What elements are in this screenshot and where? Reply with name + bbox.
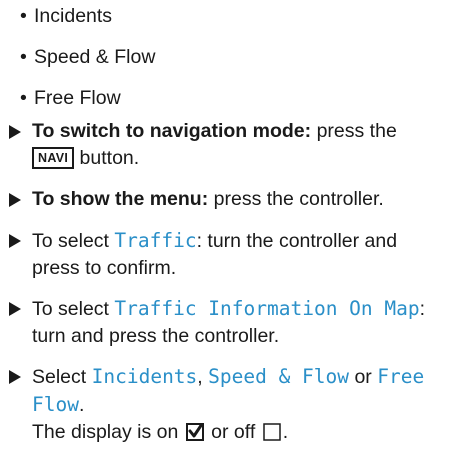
- display-term-speed-flow: Speed & Flow: [208, 365, 350, 388]
- step-show-menu: To show the menu: press the controller.: [8, 186, 464, 213]
- step-heading: To show the menu:: [32, 188, 209, 210]
- step-text: button.: [74, 147, 140, 169]
- step-text: press the: [311, 120, 397, 142]
- step-text: ,: [197, 366, 209, 388]
- step-text: Select: [32, 366, 92, 388]
- bullet-item-free-flow: • Free Flow: [20, 85, 121, 112]
- navi-key-label: NAVI: [32, 147, 75, 169]
- step-text: :: [419, 298, 426, 320]
- bullet-item-speed-flow: • Speed & Flow: [20, 44, 155, 71]
- step-switch-navigation: To switch to navigation mode: press the …: [8, 118, 464, 172]
- bullet-dot: •: [20, 5, 27, 27]
- triangle-right-icon: [8, 227, 24, 254]
- step-text: press to confirm.: [32, 257, 177, 279]
- triangle-right-icon: [8, 186, 24, 213]
- step-text: To select: [32, 298, 115, 320]
- note-text: .: [282, 421, 289, 443]
- display-term-incidents: Incidents: [91, 365, 198, 388]
- step-heading: To switch to navigation mode:: [32, 120, 312, 142]
- step-text: : turn the controller and: [196, 230, 398, 252]
- display-term-traffic-info-map: Traffic Information On Map: [114, 297, 420, 320]
- manual-page: • Incidents • Speed & Flow • Free Flow To s…: [0, 0, 466, 443]
- triangle-right-icon: [8, 363, 24, 390]
- step-text: .: [78, 394, 85, 416]
- bullet-label: Speed & Flow: [34, 46, 156, 68]
- note-text: The display is on: [32, 421, 179, 443]
- bullet-item-incidents: • Incidents: [20, 3, 112, 30]
- triangle-right-icon: [8, 295, 24, 322]
- bullet-dot: •: [20, 46, 27, 68]
- note-text: or off: [211, 421, 256, 443]
- display-term-flow: Flow: [32, 393, 79, 416]
- step-text: To select: [32, 230, 115, 252]
- step-select-traffic: To select Traffic: turn the controller a…: [8, 227, 464, 282]
- checkbox-empty-icon: [262, 422, 281, 449]
- step-text: press the controller.: [208, 188, 384, 210]
- step-text: turn and press the controller.: [32, 325, 280, 347]
- step-text: or: [349, 366, 378, 388]
- display-term-traffic: Traffic: [114, 229, 197, 252]
- bullet-label: Free Flow: [34, 87, 121, 109]
- triangle-right-icon: [8, 118, 24, 145]
- bullet-label: Incidents: [34, 5, 113, 27]
- checkbox-checked-icon: [185, 422, 204, 449]
- bullet-dot: •: [20, 87, 27, 109]
- step-select-traffic-map: To select Traffic Information On Map: tu…: [8, 295, 464, 350]
- step-select-option: Select Incidents, Speed & Flow or Free F…: [8, 363, 464, 449]
- display-term-free: Free: [377, 365, 425, 388]
